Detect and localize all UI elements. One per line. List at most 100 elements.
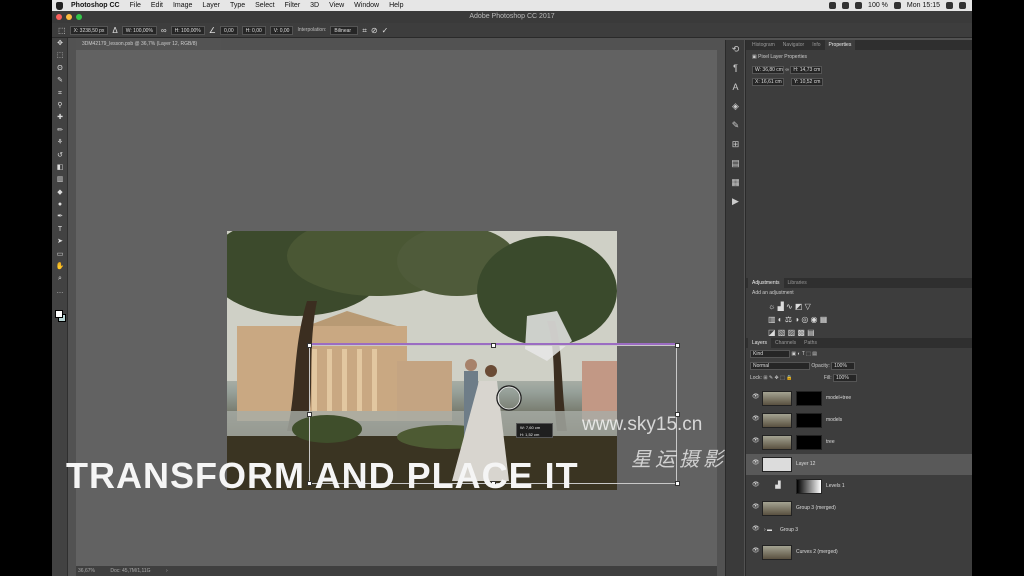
tab-layers[interactable]: Layers [748, 338, 772, 348]
transform-handle-top-right[interactable] [675, 343, 680, 348]
horizontal-skew-field[interactable]: H: 0,00 [241, 25, 266, 35]
transform-tool-icon[interactable]: ⬚ [58, 26, 66, 35]
transform-handle-top-left[interactable] [307, 343, 312, 348]
transform-handle-left[interactable] [307, 412, 312, 417]
lasso-tool-icon[interactable]: ʘ [52, 63, 68, 75]
minimize-window-icon[interactable] [66, 14, 72, 20]
gradient-map-adjustment-icon[interactable]: ▽ [805, 302, 811, 311]
layer-filter-select[interactable]: Kind [750, 350, 790, 358]
link-icon[interactable]: ∞ [161, 26, 167, 35]
menu-window[interactable]: Window [354, 2, 379, 9]
layer-y-field[interactable]: Y: 10,52 cm [790, 78, 823, 86]
vertical-skew-field[interactable]: V: 0,00 [269, 25, 294, 35]
menu-help[interactable]: Help [389, 2, 403, 9]
x-position-field[interactable]: X: 3238,50 px [69, 25, 109, 35]
lock-icons[interactable]: ⊞ ✎ ✥ ⬚ 🔒 [763, 375, 793, 381]
layer-thumbnail[interactable] [762, 391, 792, 406]
document-tab[interactable]: 3DM42179_lesson.psb @ 36,7% (Layer 12, R… [76, 38, 221, 50]
height-percent-field[interactable]: H: 100,00% [170, 25, 205, 35]
blur-tool-icon[interactable]: ◆ [52, 187, 68, 199]
tab-navigator[interactable]: Navigator [779, 40, 808, 50]
brush-tool-icon[interactable]: ✏ [52, 125, 68, 137]
character-panel-icon[interactable]: A [726, 78, 745, 97]
menu-type[interactable]: Type [230, 2, 245, 9]
foreground-color-swatch[interactable] [55, 310, 63, 318]
layer-x-field[interactable]: X: 16,61 cm [752, 78, 784, 86]
layer-row[interactable]: 👁 ▟ Levels 1 [746, 476, 972, 497]
invert-adjustment-icon[interactable]: ◪ [768, 328, 778, 337]
path-select-tool-icon[interactable]: ➤ [52, 236, 68, 248]
crop-tool-icon[interactable]: ⌗ [52, 88, 68, 100]
adjustment-panel-icon[interactable]: ⊞ [726, 135, 745, 154]
visibility-eye-icon[interactable]: 👁 [752, 548, 760, 554]
transform-handle-bottom-right[interactable] [675, 481, 680, 486]
wifi-icon[interactable] [842, 2, 850, 9]
visibility-eye-icon[interactable]: 👁 [752, 526, 760, 532]
rotation-field[interactable]: 0,00 [219, 25, 238, 35]
photo-filter-adjustment-icon[interactable]: ◎ [801, 315, 810, 324]
layer-name[interactable]: tree [826, 432, 835, 453]
interpolation-select[interactable]: Bilinear [330, 25, 359, 35]
battery-percentage[interactable]: 100 % [868, 2, 888, 9]
color-balance-adjustment-icon[interactable]: ⚖ [785, 315, 794, 324]
document-size[interactable]: Doc: 45,7M/1,11G [110, 568, 150, 574]
apple-icon[interactable] [56, 1, 63, 10]
filter-icons[interactable]: ▣ ◐ T ⬚ ▤ [791, 351, 817, 357]
layer-thumbnail[interactable] [762, 457, 792, 472]
channel-mixer-adjustment-icon[interactable]: ◉ [811, 315, 820, 324]
commit-transform-icon[interactable]: ✓ [382, 26, 389, 35]
shape-tool-icon[interactable]: ▭ [52, 249, 68, 261]
layer-row[interactable]: 👁 tree [746, 432, 972, 453]
battery-icon[interactable] [893, 2, 901, 9]
layer-height-field[interactable]: H: 14,73 cm [790, 66, 823, 74]
menu-edit[interactable]: Edit [151, 2, 163, 9]
libraries-panel-icon[interactable]: ▤ [726, 154, 745, 173]
fill-field[interactable]: 100% [832, 374, 857, 382]
gradient-adjustment-icon[interactable]: ▤ [807, 328, 815, 337]
history-brush-tool-icon[interactable]: ↺ [52, 150, 68, 162]
opacity-field[interactable]: 100% [831, 362, 856, 370]
visibility-eye-icon[interactable]: 👁 [752, 438, 760, 444]
layer-group-row[interactable]: 👁 › ▬ Group 3 [746, 520, 972, 541]
more-tools-icon[interactable]: … [52, 286, 68, 298]
layer-row[interactable]: 👁 models [746, 410, 972, 431]
width-percent-field[interactable]: W: 100,00% [121, 25, 157, 35]
layer-name[interactable]: Group 3 (merged) [796, 498, 836, 519]
hue-adjustment-icon[interactable]: ◐ [778, 315, 785, 324]
layer-thumbnail[interactable] [762, 413, 792, 428]
posterize-adjustment-icon[interactable]: ▧ [778, 328, 788, 337]
status-icon[interactable] [829, 2, 837, 9]
levels-adjustment-icon[interactable]: ▟ [778, 302, 786, 311]
menu-image[interactable]: Image [173, 2, 192, 9]
layer-mask-thumbnail[interactable] [796, 413, 822, 428]
tab-histogram[interactable]: Histogram [748, 40, 779, 50]
actions-panel-icon[interactable]: ▶ [726, 192, 745, 211]
layer-row[interactable]: 👁 Curves 2 (merged) [746, 542, 972, 563]
menu-app-name[interactable]: Photoshop CC [71, 2, 120, 9]
exposure-adjustment-icon[interactable]: ◩ [795, 302, 805, 311]
layer-name[interactable]: Layer 12 [796, 454, 815, 475]
gradient-tool-icon[interactable]: ▥ [52, 174, 68, 186]
layer-thumbnail[interactable] [762, 501, 792, 516]
healing-tool-icon[interactable]: ✚ [52, 112, 68, 124]
layer-name[interactable]: Curves 2 (merged) [796, 542, 838, 563]
zoom-tool-icon[interactable]: ⌕ [52, 273, 68, 285]
status-arrow-icon[interactable]: › [166, 568, 168, 574]
menu-filter[interactable]: Filter [285, 2, 301, 9]
layer-row-selected[interactable]: 👁 Layer 12 [746, 454, 972, 475]
tab-libraries[interactable]: Libraries [784, 278, 811, 288]
layer-mask-thumbnail[interactable] [796, 391, 822, 406]
hand-tool-icon[interactable]: ✋ [52, 261, 68, 273]
layer-thumbnail[interactable] [762, 435, 792, 450]
menu-3d[interactable]: 3D [310, 2, 319, 9]
marquee-tool-icon[interactable]: ⬚ [52, 50, 68, 62]
menubar-clock[interactable]: Mon 15:15 [907, 2, 940, 9]
eraser-tool-icon[interactable]: ◧ [52, 162, 68, 174]
transform-handle-top[interactable] [491, 343, 496, 348]
layer-mask-thumbnail[interactable] [796, 435, 822, 450]
tab-info[interactable]: Info [808, 40, 824, 50]
selective-color-adjustment-icon[interactable]: ▩ [797, 328, 807, 337]
warp-icon[interactable]: ⌗ [362, 26, 367, 35]
levels-adjustment-icon[interactable]: ▟ [768, 479, 788, 494]
menu-file[interactable]: File [130, 2, 141, 9]
